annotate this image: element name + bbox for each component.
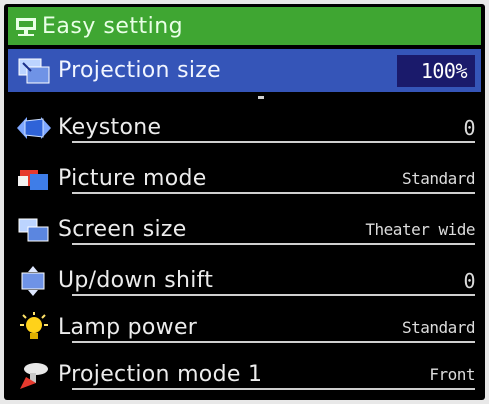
menu-item-value: 100% [420,58,468,83]
row-underline [72,192,475,194]
projection-size-icon [14,54,54,88]
screen-size-icon [14,213,54,247]
menu-item-label: Picture mode [58,166,207,191]
menu-item-label: Up/down shift [58,268,214,293]
row-underline [72,388,475,390]
row-underline [72,243,475,245]
menu-item-screen-size[interactable]: Screen size Theater wide [8,208,481,251]
keystone-icon [14,111,54,145]
shift-icon [14,264,54,298]
menu-item-keystone[interactable]: Keystone 0 [8,106,481,149]
lamp-icon [14,311,54,345]
menu-item-value: Front [429,365,475,384]
menu-item-value: Standard [401,318,476,337]
menu-item-value: Standard [401,169,476,188]
menu-item-up-down-shift[interactable]: Up/down shift 0 [8,259,481,302]
menu-item-label: Projection mode 1 [58,362,263,387]
menu-item-value: 0 [463,115,475,140]
value-box: 100% [397,54,475,87]
row-underline [72,141,475,143]
menu-item-projection-mode[interactable]: Projection mode 1 Front [8,353,481,396]
row-underline [72,294,475,296]
row-underline [72,341,475,343]
menu-title-bar: Easy setting [8,7,481,45]
projection-mode-icon [14,358,54,392]
scroll-caret [258,96,264,99]
menu-item-label: Keystone [58,115,162,140]
menu-item-picture-mode[interactable]: Picture mode Standard [8,157,481,200]
menu-item-label: Screen size [58,217,187,242]
menu-title: Easy setting [42,13,184,39]
menu-item-projection-size[interactable]: Projection size 100% [8,49,481,92]
menu-item-value: Theater wide [365,220,475,239]
projector-icon [12,13,42,39]
picture-mode-icon [14,162,54,196]
menu-item-label: Lamp power [58,315,198,340]
menu-item-value: 0 [463,268,475,293]
menu-item-lamp-power[interactable]: Lamp power Standard [8,306,481,349]
menu-item-label: Projection size [58,58,221,83]
